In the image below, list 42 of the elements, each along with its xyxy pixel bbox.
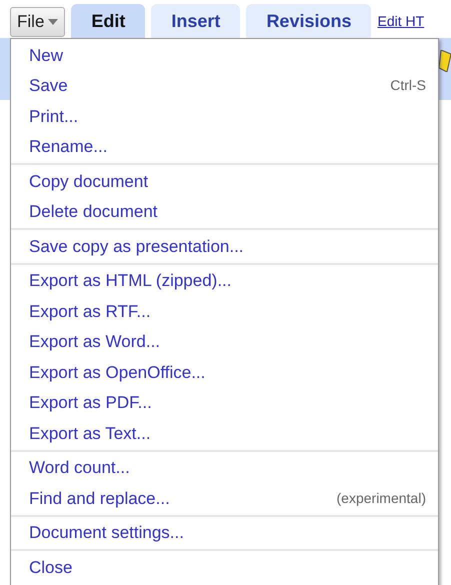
menu-item[interactable]: Delete document <box>11 196 438 227</box>
menu-item[interactable]: Export as OpenOffice... <box>11 357 438 388</box>
menu-item-label: Export as Text... <box>29 422 151 444</box>
menu-item-label: Rename... <box>29 136 108 158</box>
tab[interactable]: Revisions <box>246 4 372 38</box>
menu-item[interactable]: Save copy as presentation... <box>11 231 438 262</box>
menu-item[interactable]: Word count... <box>11 452 438 483</box>
menu-item[interactable]: Copy document <box>11 166 438 196</box>
menu-item-label: Export as HTML (zipped)... <box>29 270 232 292</box>
menu-item[interactable]: Print... <box>11 101 438 132</box>
menu-item-label: Copy document <box>29 170 148 192</box>
menu-item-label: Document settings... <box>29 522 184 544</box>
menu-item-label: New <box>29 44 64 66</box>
file-menu-button[interactable]: File <box>10 7 66 37</box>
menu-item[interactable]: Close <box>11 552 438 582</box>
menu-item[interactable]: Export as Word... <box>11 326 438 357</box>
menu-item-label: Save copy as presentation... <box>29 236 244 258</box>
menu-item[interactable]: Export as RTF... <box>11 296 438 326</box>
menu-item-label: Print... <box>29 106 78 128</box>
shortcut-label: Ctrl-S <box>390 76 426 96</box>
menu-item[interactable]: Save Ctrl-S <box>11 70 438 101</box>
menu-item[interactable]: Export as PDF... <box>11 388 438 418</box>
menu-item-label: Export as OpenOffice... <box>29 362 206 384</box>
menu-item-label: Find and replace... <box>29 488 170 510</box>
menu-item[interactable]: Document settings... <box>11 518 438 548</box>
menu-item[interactable]: Export as HTML (zipped)... <box>11 266 438 296</box>
tab[interactable]: Edit <box>71 4 146 38</box>
menu-item-label: Save <box>29 75 68 97</box>
menu-item-label: Export as RTF... <box>29 300 151 322</box>
menu-item[interactable]: New <box>11 40 438 70</box>
caret-icon <box>48 19 58 25</box>
menu-item-label: Word count... <box>29 457 130 479</box>
menu-item[interactable]: Find and replace... (experimental) <box>11 483 438 514</box>
menu-item[interactable]: Export as Text... <box>11 418 438 448</box>
menu-item-label: Close <box>29 556 72 578</box>
menu-item-label: Delete document <box>29 201 158 223</box>
tab[interactable]: Insert <box>151 4 240 38</box>
menu-item-label: Export as Word... <box>29 331 160 353</box>
menu-item-label: Export as PDF... <box>29 392 152 414</box>
note-label: (experimental) <box>336 488 426 508</box>
edit-html-link[interactable]: Edit HT <box>377 11 424 32</box>
menu-item[interactable]: Rename... <box>11 132 438 162</box>
